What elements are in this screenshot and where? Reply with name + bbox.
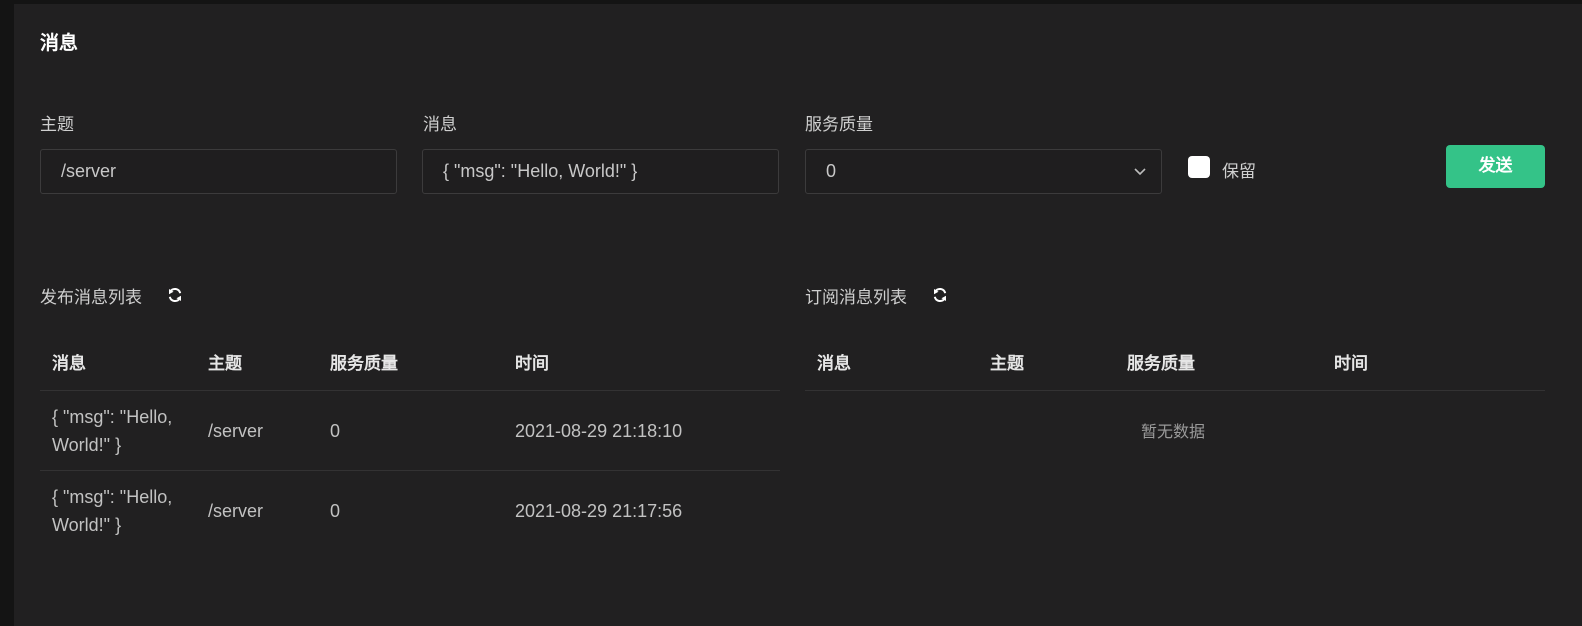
table-row[interactable]: { "msg": "Hello, World!" } /server 0 202… [40, 391, 780, 471]
column-header-time: 时间 [515, 354, 549, 374]
qos-label: 服务质量 [805, 115, 873, 135]
table-header: 消息 主题 服务质量 时间 [805, 329, 1545, 391]
cell-qos: 0 [330, 421, 341, 441]
message-input[interactable]: { "msg": "Hello, World!" } [422, 149, 779, 194]
message-label: 消息 [423, 115, 457, 135]
window-left-edge [0, 0, 14, 626]
column-header-qos: 服务质量 [330, 354, 398, 374]
column-header-qos: 服务质量 [1127, 354, 1195, 374]
qos-select-value: 0 [826, 161, 837, 181]
retain-label: 保留 [1222, 162, 1256, 182]
subscribed-list-title: 订阅消息列表 [805, 288, 907, 308]
table-header: 消息 主题 服务质量 时间 [40, 329, 780, 391]
message-panel: 消息 主题 消息 服务质量 /server { "msg": "Hello, W… [14, 4, 1582, 626]
column-header-topic: 主题 [208, 354, 242, 374]
retain-checkbox[interactable] [1188, 156, 1210, 178]
page-title: 消息 [40, 32, 79, 54]
send-button[interactable]: 发送 [1446, 145, 1545, 188]
chevron-down-icon [1134, 168, 1146, 176]
refresh-icon[interactable] [167, 287, 183, 303]
topic-label: 主题 [40, 115, 74, 135]
column-header-time: 时间 [1334, 354, 1368, 374]
cell-topic: /server [208, 501, 264, 521]
cell-topic: /server [208, 421, 264, 441]
subscribed-table: 消息 主题 服务质量 时间 [805, 329, 1545, 391]
cell-time: 2021-08-29 21:18:10 [515, 421, 683, 441]
published-table: 消息 主题 服务质量 时间 { "msg": "Hello, World!" }… [40, 329, 780, 551]
column-header-message: 消息 [52, 354, 86, 374]
column-header-message: 消息 [817, 354, 851, 374]
cell-qos: 0 [330, 501, 341, 521]
refresh-icon[interactable] [932, 287, 948, 303]
cell-time: 2021-08-29 21:17:56 [515, 501, 683, 521]
published-list-title: 发布消息列表 [40, 288, 142, 308]
cell-message: { "msg": "Hello, World!" } [52, 407, 173, 455]
cell-message: { "msg": "Hello, World!" } [52, 487, 173, 535]
empty-state-text: 暂无数据 [1141, 422, 1206, 441]
qos-select[interactable]: 0 [805, 149, 1162, 194]
topic-input[interactable]: /server [40, 149, 397, 194]
table-row[interactable]: { "msg": "Hello, World!" } /server 0 202… [40, 471, 780, 551]
column-header-topic: 主题 [990, 354, 1024, 374]
